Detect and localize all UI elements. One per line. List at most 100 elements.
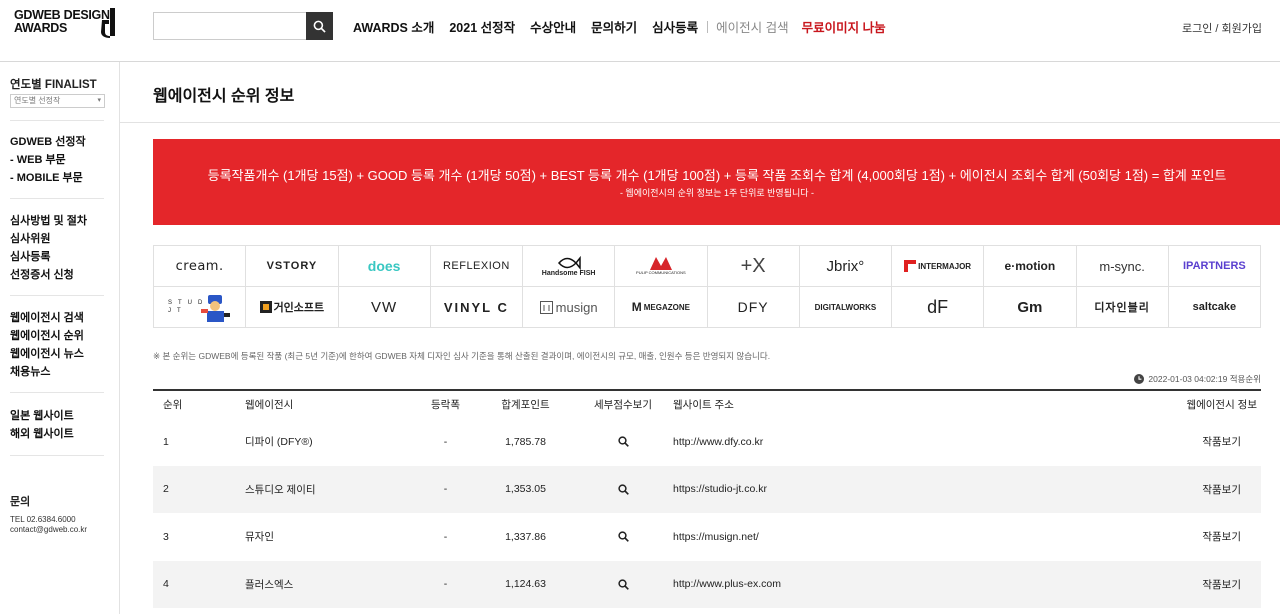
detail-score-button[interactable] xyxy=(573,531,673,543)
agency-logo-jbrix[interactable]: Jbrix° xyxy=(799,246,892,287)
detail-score-button[interactable] xyxy=(573,436,673,448)
logo-text: Jbrix° xyxy=(826,257,865,275)
logo-mark-icon xyxy=(101,8,115,38)
character-illustration-icon xyxy=(201,295,230,322)
contact-title: 문의 xyxy=(10,496,31,508)
website-link[interactable]: http://www.dfy.co.kr xyxy=(673,436,1073,448)
agency-logo-digitalworks[interactable]: DIGITALWORKS xyxy=(799,287,892,328)
sidebar-contact: 문의 TEL 02.6384.6000 contact@gdweb.co.kr xyxy=(10,493,87,535)
logo-text: musign xyxy=(555,299,598,315)
site-header: GDWEB DESIGN AWARDS AWARDS 소개 2021 선정작 수… xyxy=(0,0,1280,62)
agency-logo-cream[interactable]: cream. xyxy=(154,246,247,287)
website-link[interactable]: http://www.plus-ex.com xyxy=(673,578,1073,590)
sidebar-group-sites: 일본 웹사이트 해외 웹사이트 xyxy=(10,407,74,443)
agency-logo-saltcake[interactable]: saltcake xyxy=(1168,287,1261,328)
search-button[interactable] xyxy=(306,12,333,40)
sidebar-item-agency-news[interactable]: 웹에이전시 뉴스 xyxy=(10,345,84,363)
agency-logo-dfy[interactable]: DFY xyxy=(707,287,800,328)
nav-free-images[interactable]: 무료이미지 나눔 xyxy=(802,17,886,36)
ranking-date-text: 2022-01-03 04:02:19 적용순위 xyxy=(1148,374,1261,384)
sidebar-item-judges[interactable]: 심사위원 xyxy=(10,230,87,248)
nav-2021-winners[interactable]: 2021 선정작 xyxy=(449,17,515,36)
sidebar-item-mobile[interactable]: - MOBILE 부문 xyxy=(10,169,86,187)
agency-logo-emotion[interactable]: e·motion xyxy=(984,246,1077,287)
sidebar-item-agency-search[interactable]: 웹에이전시 검색 xyxy=(10,309,84,327)
nav-awards-intro[interactable]: AWARDS 소개 xyxy=(353,17,434,36)
site-logo[interactable]: GDWEB DESIGN AWARDS xyxy=(14,9,110,34)
nav-agency-search[interactable]: 에이전시 검색 xyxy=(716,17,788,36)
year-select[interactable]: 연도별 선정작 ▾ xyxy=(10,94,105,108)
logo-line1: GDWEB DESIGN xyxy=(14,8,110,22)
agency-logo-handsome-fish[interactable]: Handsome FISH xyxy=(523,246,616,287)
view-works-button[interactable]: 작품보기 xyxy=(1073,482,1261,497)
col-info: 웹에이전시 정보 xyxy=(1186,399,1257,411)
agency-name-link[interactable]: 플러스엑스 xyxy=(243,577,413,592)
agency-logo-designbly[interactable]: 디자인블리 xyxy=(1076,287,1169,328)
logo-text: does xyxy=(367,258,401,274)
change-cell: - xyxy=(443,483,448,496)
sidebar-item-gdweb-winners[interactable]: GDWEB 선정작 xyxy=(10,133,86,151)
detail-score-button[interactable] xyxy=(573,484,673,495)
agency-name-link[interactable]: 디파이 (DFY®) xyxy=(243,434,413,449)
nav-contact[interactable]: 문의하기 xyxy=(591,17,637,36)
view-works-button[interactable]: 작품보기 xyxy=(1073,577,1261,592)
change-cell: - xyxy=(443,435,448,448)
sidebar-item-review-register[interactable]: 심사등록 xyxy=(10,248,87,266)
nav-submit-review[interactable]: 심사등록 xyxy=(652,17,698,36)
contact-email: contact@gdweb.co.kr xyxy=(10,525,88,534)
agency-logo-reflexion[interactable]: REFLEXION xyxy=(430,246,523,287)
agency-logo-gm[interactable]: Gm xyxy=(984,287,1077,328)
agency-logo-ipartners[interactable]: IPARTNERS xyxy=(1168,246,1261,287)
agency-logo-vw[interactable]: VW xyxy=(338,287,431,328)
view-works-button[interactable]: 작품보기 xyxy=(1073,434,1261,449)
logo-text: 거인소프트 xyxy=(273,302,325,314)
agency-logo-studio-jt[interactable]: STUDIO JT xyxy=(154,287,247,328)
agency-logo-megazone[interactable]: M MEGAZONE xyxy=(615,287,708,328)
detail-score-button[interactable] xyxy=(573,579,673,590)
sidebar-group-review: 심사방법 및 절차 심사위원 심사등록 선정증서 신청 xyxy=(10,212,87,284)
logo-text: VINYL C xyxy=(443,299,509,315)
col-website: 웹사이트 주소 xyxy=(673,399,734,411)
website-link[interactable]: https://studio-jt.co.kr xyxy=(673,483,1073,495)
agency-logo-vstory[interactable]: VSTORY xyxy=(246,246,339,287)
points-cell: 1,124.63 xyxy=(505,578,546,591)
agency-logo-pulip[interactable]: PULIP COMMUNICATIONS xyxy=(615,246,708,287)
sidebar-item-review-process[interactable]: 심사방법 및 절차 xyxy=(10,212,87,230)
agency-logo-geoin-soft[interactable]: 거인소프트 xyxy=(246,287,339,328)
agency-name-link[interactable]: 뮤자인 xyxy=(243,529,413,544)
agency-logo-df[interactable]: dF xyxy=(892,287,985,328)
sidebar: 연도별 FINALIST 연도별 선정작 ▾ GDWEB 선정작 - WEB 부… xyxy=(0,62,120,614)
sidebar-item-agency-ranking[interactable]: 웹에이전시 순위 xyxy=(10,327,84,345)
agency-logo-vinyl-c[interactable]: VINYL C xyxy=(430,287,523,328)
sidebar-item-web[interactable]: - WEB 부문 xyxy=(10,151,86,169)
col-change: 등락폭 xyxy=(431,399,460,411)
logo-text: MEGAZONE xyxy=(643,302,690,312)
table-row: 2 스튜디오 제이티 - 1,353.05 https://studio-jt.… xyxy=(153,465,1261,513)
sidebar-item-jobs[interactable]: 채용뉴스 xyxy=(10,363,84,381)
sidebar-item-japan-sites[interactable]: 일본 웹사이트 xyxy=(10,407,74,425)
clock-icon xyxy=(1134,374,1145,384)
sidebar-title: 연도별 FINALIST xyxy=(10,79,97,91)
sidebar-item-certificate[interactable]: 선정증서 신청 xyxy=(10,266,87,284)
website-link[interactable]: https://musign.net/ xyxy=(673,531,1073,543)
login-link[interactable]: 로그인 xyxy=(1182,23,1212,35)
agency-logo-does[interactable]: does xyxy=(338,246,431,287)
logo-text: STUDIO JT xyxy=(168,300,227,314)
signup-link[interactable]: 회원가입 xyxy=(1222,23,1262,35)
nav-award-info[interactable]: 수상안내 xyxy=(530,17,576,36)
agency-logo-msync[interactable]: m-sync. xyxy=(1076,246,1169,287)
sidebar-item-overseas-sites[interactable]: 해외 웹사이트 xyxy=(10,425,74,443)
agency-logo-grid: cream. VSTORY does REFLEXION Handsome FI… xyxy=(153,245,1261,328)
search-icon xyxy=(617,484,629,495)
intermajor-mark-icon xyxy=(904,260,917,272)
page-title: 웹에이전시 순위 정보 xyxy=(153,88,295,105)
agency-logo-plusx[interactable]: +X xyxy=(707,246,800,287)
agency-logo-intermajor[interactable]: INTERMAJOR xyxy=(892,246,985,287)
main-nav: AWARDS 소개 2021 선정작 수상안내 문의하기 심사등록 에이전시 검… xyxy=(353,17,901,36)
sidebar-divider xyxy=(10,392,104,393)
rank-cell: 2 xyxy=(163,483,169,496)
logo-text: +X xyxy=(740,254,766,277)
agency-name-link[interactable]: 스튜디오 제이티 xyxy=(243,482,413,497)
agency-logo-musign[interactable]: musign xyxy=(523,287,616,328)
view-works-button[interactable]: 작품보기 xyxy=(1073,529,1261,544)
